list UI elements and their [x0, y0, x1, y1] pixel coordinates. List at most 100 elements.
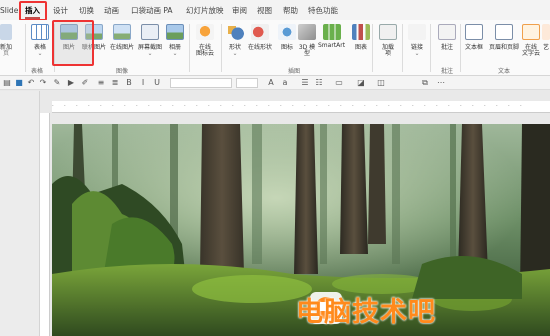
tab-special-features[interactable]: 特色功能	[308, 5, 338, 17]
pin-icon[interactable]: ▤	[2, 78, 12, 88]
wordart-button[interactable]: 艺	[542, 24, 550, 51]
bold-icon[interactable]: B	[124, 78, 134, 88]
brush-icon[interactable]: ✐	[80, 78, 90, 88]
chart-button[interactable]: 图表	[352, 24, 370, 51]
underline-icon[interactable]: U	[152, 78, 162, 88]
slide-thumbnail-panel[interactable]	[0, 91, 40, 336]
chevron-down-icon: ⌄	[172, 50, 178, 57]
online-shapes-button[interactable]: 在线形状	[248, 24, 272, 51]
redo-icon[interactable]: ↷	[38, 78, 48, 88]
comment-button[interactable]: 批注	[438, 24, 456, 51]
arrange-icon[interactable]: ⧉	[420, 78, 430, 88]
ruler-tick: ·	[52, 103, 54, 109]
highlight-picture-button	[52, 20, 94, 66]
font-size-select[interactable]	[236, 78, 258, 88]
album-button[interactable]: 相册 ⌄	[166, 24, 184, 57]
shapes-button[interactable]: 形状 ⌄	[226, 24, 244, 57]
new-slide-button[interactable]: 新加 页	[0, 24, 12, 57]
align-icon[interactable]: ≣	[110, 78, 120, 88]
new-slide-icon	[0, 24, 12, 40]
ruler-tick: ·	[436, 103, 438, 109]
separator	[189, 24, 190, 72]
ruler-tick: ·	[496, 103, 498, 109]
tab-review[interactable]: 审阅	[232, 5, 247, 17]
save-icon[interactable]: ■	[14, 78, 24, 88]
3d-model-label-2: 型	[303, 50, 310, 57]
tab-help[interactable]: 帮助	[283, 5, 298, 17]
chevron-down-icon: ⌄	[147, 50, 153, 57]
tab-pocket-animation[interactable]: 口袋动画 PA	[131, 5, 173, 17]
link-button[interactable]: 链接 ⌄	[408, 24, 426, 57]
ruler-tick: ·	[256, 103, 258, 109]
ruler-tick: ·	[268, 103, 270, 109]
ruler-tick: ·	[328, 103, 330, 109]
wordart-label: 艺	[542, 44, 549, 51]
ruler-tick: ·	[244, 103, 246, 109]
grow-font-icon[interactable]: A	[266, 78, 276, 88]
chevron-down-icon: ⌄	[37, 50, 43, 57]
tab-animations[interactable]: 动画	[104, 5, 119, 17]
ruler-tick: ·	[160, 103, 162, 109]
ruler-tick: ·	[76, 103, 78, 109]
ruler-tick: ·	[412, 103, 414, 109]
italic-icon[interactable]: I	[138, 78, 148, 88]
more-icon[interactable]: ⋯	[436, 78, 446, 88]
ruler-tick: ·	[292, 103, 294, 109]
3d-model-button[interactable]: 3D 模 型	[298, 24, 316, 57]
ruler-tick: ·	[400, 103, 402, 109]
smartart-button[interactable]: SmartArt	[318, 24, 345, 49]
ruler-tick: ·	[304, 103, 306, 109]
icons-button[interactable]: 图标	[278, 24, 296, 51]
slide-canvas[interactable]: 电脑技术吧	[52, 124, 550, 336]
tab-slideshow[interactable]: 幻灯片放映	[186, 5, 224, 17]
shrink-font-icon[interactable]: a	[280, 78, 290, 88]
chevron-down-icon: ⌄	[232, 50, 238, 57]
ruler-tick: ·	[388, 103, 390, 109]
format-painter-icon[interactable]: ✎	[52, 78, 62, 88]
tab-design[interactable]: 设计	[53, 5, 68, 17]
text-direction-icon[interactable]: ≡	[96, 78, 106, 88]
ruler-tick: ·	[124, 103, 126, 109]
online-icon-button[interactable]: 在线 图标云	[196, 24, 214, 57]
textbox-icon	[465, 24, 483, 40]
header-footer-button[interactable]: 页眉和页脚	[489, 24, 519, 51]
new-slide-label-2: 页	[3, 50, 10, 57]
numbering-icon[interactable]: ☷	[314, 78, 324, 88]
separator	[430, 24, 431, 72]
horizontal-ruler: · · · · · · · · · · · · · · · · · · · · · · · · · · · · · · · · · · · · · · · ·	[52, 101, 550, 113]
separator	[372, 24, 373, 72]
online-text-button[interactable]: 在线 文字云	[522, 24, 540, 57]
icons-label: 图标	[280, 44, 293, 51]
color-icon[interactable]: ▭	[334, 78, 344, 88]
font-family-select[interactable]	[170, 78, 232, 88]
ruler-tick: ·	[196, 103, 198, 109]
outline-icon[interactable]: ◫	[376, 78, 386, 88]
tab-view[interactable]: 视图	[257, 5, 272, 17]
tab-transitions[interactable]: 切换	[79, 5, 94, 17]
addins-button[interactable]: 加载 项	[379, 24, 397, 57]
ruler-tick: ·	[376, 103, 378, 109]
textbox-label: 文本框	[465, 44, 484, 51]
group-label-table: 表格	[31, 68, 44, 75]
tab-slide[interactable]: Slide	[0, 5, 18, 17]
slideshow-icon[interactable]: ▶	[66, 78, 76, 88]
table-button[interactable]: 表格 ⌄	[31, 24, 49, 57]
shapes-icon	[226, 24, 244, 40]
workspace-top-strip	[0, 91, 550, 101]
shape-fill-icon[interactable]: ◪	[356, 78, 366, 88]
watermark-text: 电脑技术吧	[296, 297, 436, 328]
online-text-label-2: 文字云	[522, 50, 541, 57]
bullets-icon[interactable]: ☰	[300, 78, 310, 88]
camera-icon	[141, 24, 159, 40]
group-label-comment: 批注	[441, 68, 454, 75]
ruler-tick: ·	[448, 103, 450, 109]
textbox-button[interactable]: 文本框	[465, 24, 483, 51]
link-icon	[408, 24, 426, 40]
group-label-illustrations: 插图	[288, 68, 301, 75]
screenshot-button[interactable]: 屏幕截图 ⌄	[138, 24, 162, 57]
ruler-tick: ·	[484, 103, 486, 109]
online-picture-button[interactable]: 在线图片	[110, 24, 134, 51]
undo-icon[interactable]: ↶	[26, 78, 36, 88]
ruler-tick: ·	[208, 103, 210, 109]
table-icon	[31, 24, 49, 40]
